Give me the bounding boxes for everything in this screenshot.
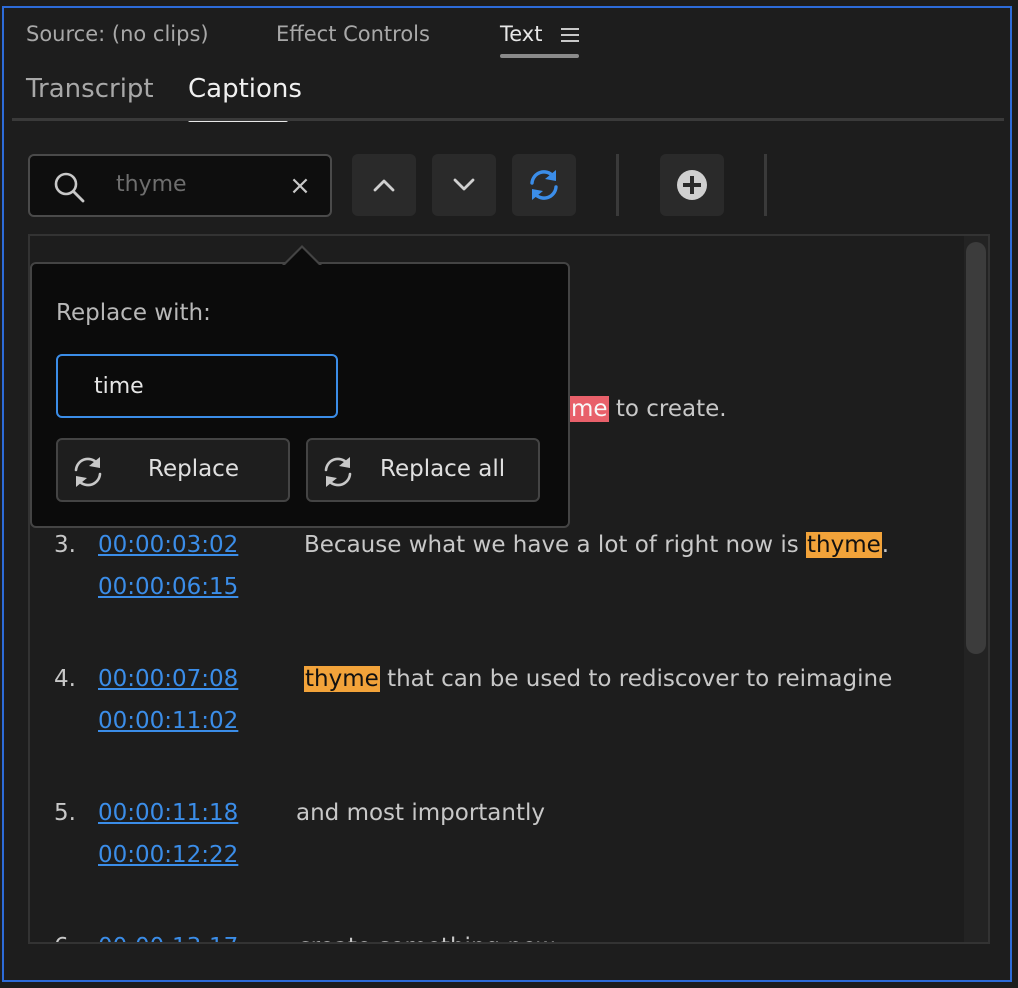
- replace-input[interactable]: [56, 354, 338, 418]
- scrollbar[interactable]: [964, 236, 988, 942]
- sub-tab-bar: Transcript Captions: [4, 60, 1010, 124]
- refresh-icon: [324, 457, 352, 487]
- caption-number: 6.: [54, 934, 76, 942]
- caption-start-timecode[interactable]: 00:00:07:08: [98, 666, 238, 692]
- replace-with-label: Replace with:: [56, 300, 211, 326]
- tab-effect-controls[interactable]: Effect Controls: [276, 22, 430, 46]
- match-highlight: thyme: [304, 666, 380, 692]
- replace-toggle-button[interactable]: [512, 154, 576, 216]
- toolbar-separator: [764, 154, 767, 216]
- replace-popover: Replace with: Replace Replace all: [30, 245, 570, 528]
- toolbar-separator: [616, 154, 619, 216]
- caption-start-timecode[interactable]: 00:00:11:18: [98, 800, 238, 826]
- caption-start-timecode[interactable]: 00:00:03:02: [98, 532, 238, 558]
- plus-circle-icon: [677, 170, 707, 200]
- clear-search-icon[interactable]: ×: [286, 172, 314, 200]
- replace-all-button-label: Replace all: [380, 456, 506, 482]
- tab-captions[interactable]: Captions: [188, 74, 302, 104]
- caption-text[interactable]: thyme that can be used to rediscover to …: [304, 666, 892, 692]
- replace-button-label: Replace: [148, 456, 239, 482]
- caption-number: 3.: [54, 532, 76, 558]
- search-icon: [54, 172, 85, 203]
- panel-tab-bar: Source: (no clips) Effect Controls Text: [4, 8, 1010, 60]
- caption-end-timecode[interactable]: 00:00:12:22: [98, 842, 238, 868]
- active-panel-tab-indicator: [500, 54, 579, 58]
- tab-source[interactable]: Source: (no clips): [26, 22, 209, 46]
- caption-text-partial: me to create.: [570, 396, 727, 422]
- caption-end-timecode[interactable]: 00:00:11:02: [98, 708, 238, 734]
- tab-transcript[interactable]: Transcript: [26, 74, 154, 104]
- scrollbar-thumb[interactable]: [966, 242, 986, 654]
- previous-match-button[interactable]: [352, 154, 416, 216]
- search-field[interactable]: thyme ×: [28, 154, 332, 217]
- search-input[interactable]: thyme: [116, 172, 187, 197]
- caption-end-timecode[interactable]: 00:00:06:15: [98, 574, 238, 600]
- add-caption-button[interactable]: [660, 154, 724, 216]
- caption-text[interactable]: Because what we have a lot of right now …: [304, 532, 889, 558]
- caption-text[interactable]: and most importantly: [296, 800, 545, 826]
- next-match-button[interactable]: [432, 154, 496, 216]
- tab-text[interactable]: Text: [500, 22, 542, 46]
- divider: [12, 118, 1004, 121]
- panel-menu-icon[interactable]: [561, 28, 579, 42]
- text-panel: Source: (no clips) Effect Controls Text …: [2, 6, 1012, 982]
- chevron-up-icon: [373, 179, 395, 192]
- refresh-icon: [74, 457, 102, 487]
- replace-button[interactable]: Replace: [56, 438, 290, 502]
- replace-all-button[interactable]: Replace all: [306, 438, 540, 502]
- chevron-down-icon: [453, 178, 475, 191]
- caption-text[interactable]: create something new: [298, 934, 555, 942]
- caption-number: 5.: [54, 800, 76, 826]
- caption-start-timecode[interactable]: 00:00:13:17: [98, 934, 238, 942]
- caption-number: 4.: [54, 666, 76, 692]
- match-highlight: thyme: [806, 532, 882, 558]
- current-match-highlight[interactable]: me: [570, 396, 609, 422]
- refresh-icon: [530, 170, 558, 200]
